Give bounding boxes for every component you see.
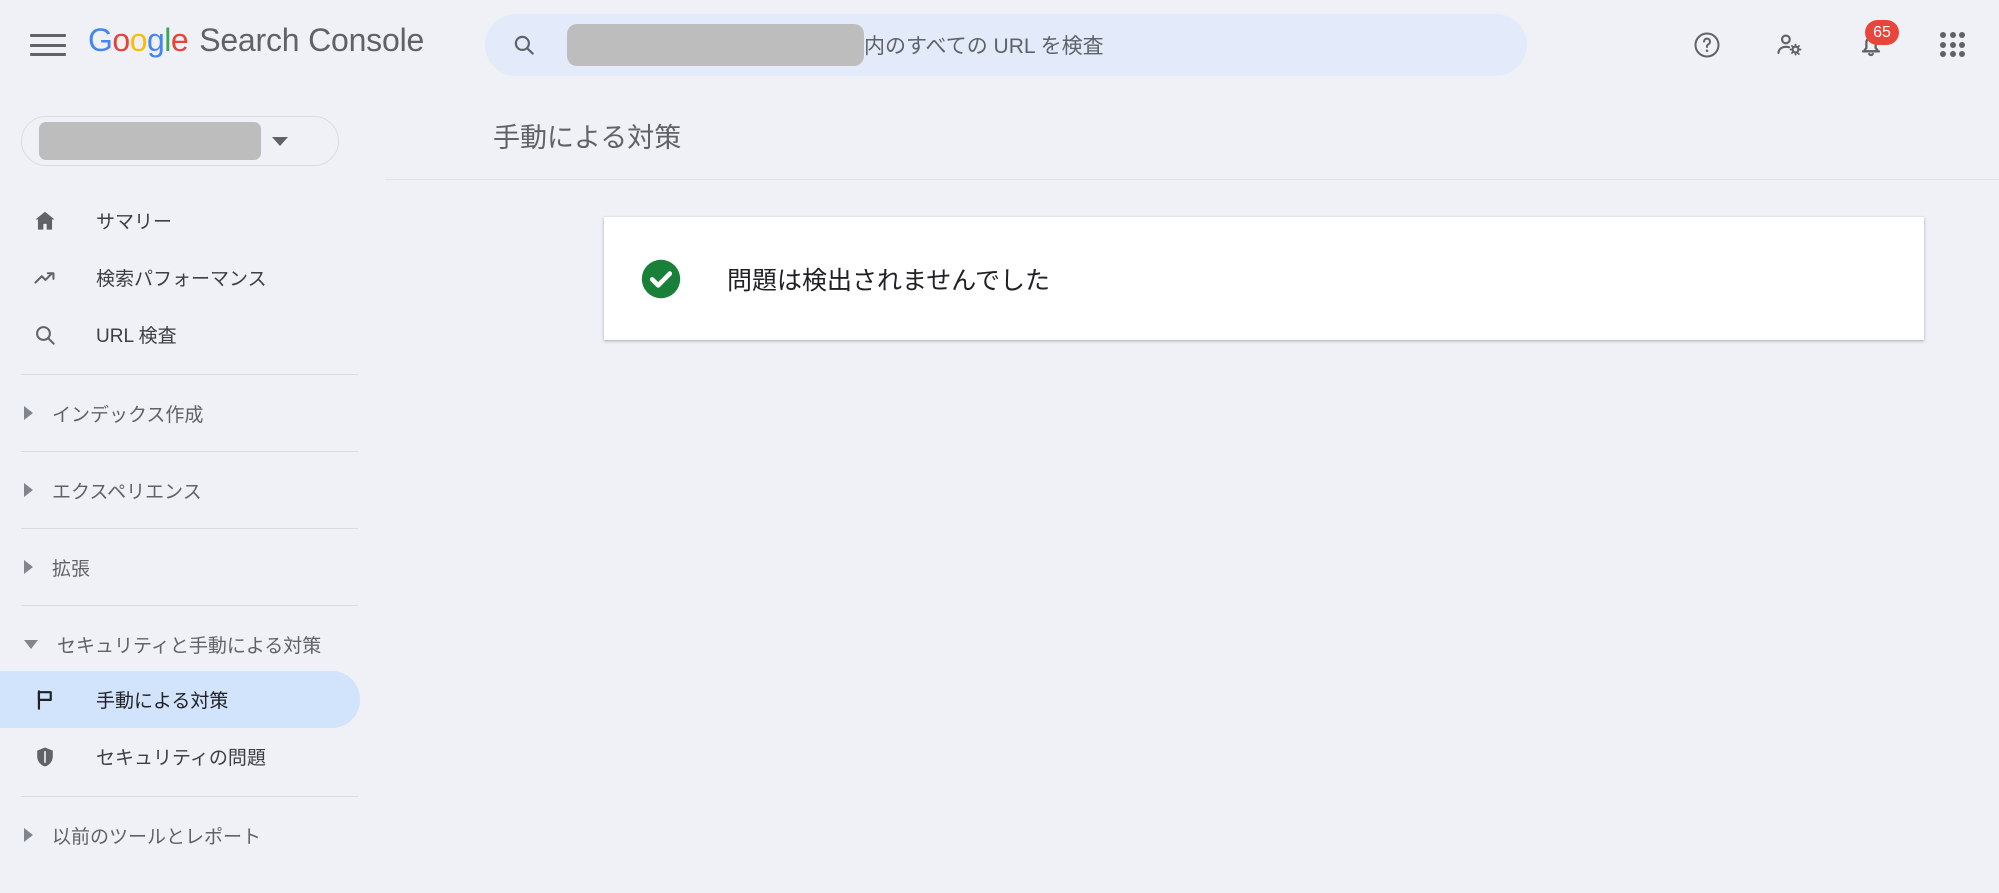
sidebar-section-label: 以前のツールとレポート <box>52 826 262 848</box>
sidebar-item-label: URL 検査 <box>96 326 177 347</box>
primary-nav-list: サマリー 検索パフォーマンス URL 検査 <box>0 192 360 363</box>
hamburger-line <box>30 43 66 47</box>
search-redacted-value <box>567 24 864 66</box>
search-placeholder-text: 内のすべての URL を検査 <box>864 35 1104 58</box>
sidebar-divider <box>21 528 358 529</box>
chevron-down-icon <box>24 639 38 649</box>
search-icon <box>514 35 534 55</box>
search-icon <box>30 320 60 350</box>
sidebar-section-experience[interactable]: エクスペリエンス <box>0 463 360 517</box>
sidebar-section-enhancements[interactable]: 拡張 <box>0 540 360 594</box>
sidebar-section-security-and-manual-actions[interactable]: セキュリティと手動による対策 <box>0 617 360 671</box>
sidebar-section-legacy-tools-and-reports[interactable]: 以前のツールとレポート <box>0 808 360 862</box>
chevron-right-icon <box>24 406 33 420</box>
sidebar-item-manual-actions[interactable]: 手動による対策 <box>0 671 360 728</box>
sidebar-item-label: サマリー <box>96 212 173 233</box>
title-divider <box>385 179 1999 180</box>
sidebar-item-label: 検索パフォーマンス <box>96 269 267 290</box>
manual-actions-status-card: 問題は検出されませんでした <box>604 217 1924 340</box>
sidebar-navigation: サマリー 検索パフォーマンス URL 検査 インデックス作成 エクスペリエンス … <box>0 90 360 893</box>
shield-icon <box>30 742 60 772</box>
sidebar-section-indexing[interactable]: インデックス作成 <box>0 386 360 440</box>
sidebar-section-label: セキュリティと手動による対策 <box>57 635 322 657</box>
sidebar-divider <box>21 451 358 452</box>
top-bar-actions: 65 <box>1683 0 1977 90</box>
product-name: Search Console <box>199 22 425 58</box>
chevron-right-icon <box>24 828 33 842</box>
sidebar-divider <box>21 374 358 375</box>
flag-icon <box>30 685 60 715</box>
top-app-bar: Google Search Console 内のすべての URL を検査 65 <box>0 0 1999 90</box>
page-title: 手動による対策 <box>493 123 682 153</box>
chevron-right-icon <box>24 560 33 574</box>
help-glyph <box>1694 32 1720 58</box>
sidebar-section-label: 拡張 <box>52 558 91 580</box>
hamburger-menu-icon[interactable] <box>28 30 68 60</box>
url-inspection-search-bar[interactable]: 内のすべての URL を検査 <box>485 14 1527 76</box>
sidebar-item-summary[interactable]: サマリー <box>0 192 360 249</box>
chevron-right-icon <box>24 483 33 497</box>
notification-badge-count: 65 <box>1865 20 1899 45</box>
hamburger-line <box>30 53 66 56</box>
sidebar-item-label: セキュリティの問題 <box>96 748 266 769</box>
help-icon[interactable] <box>1683 21 1731 69</box>
status-message: 問題は検出されませんでした <box>727 266 1051 295</box>
sidebar-section-label: インデックス作成 <box>52 404 204 426</box>
property-selector[interactable] <box>21 116 339 166</box>
notifications-bell-icon[interactable]: 65 <box>1847 20 1899 69</box>
brand-logo[interactable]: Google Search Console <box>88 22 424 59</box>
sidebar-item-url-inspection[interactable]: URL 検査 <box>0 306 360 363</box>
sidebar-section-label: エクスペリエンス <box>52 481 202 503</box>
check-circle-icon <box>641 259 681 298</box>
sidebar-divider <box>21 796 358 797</box>
trending-up-icon <box>30 263 60 293</box>
apps-grid-glyph <box>1940 32 1966 58</box>
hamburger-line <box>30 34 66 37</box>
google-wordmark: Google <box>88 22 189 58</box>
chevron-down-icon <box>272 136 288 146</box>
google-apps-grid-icon[interactable] <box>1929 21 1977 69</box>
sidebar-item-label: 手動による対策 <box>96 691 229 712</box>
main-content: 手動による対策 問題は検出されませんでした <box>360 90 1999 893</box>
sidebar-item-security-issues[interactable]: セキュリティの問題 <box>0 728 360 785</box>
sidebar-divider <box>21 605 358 606</box>
property-redacted-value <box>39 122 261 160</box>
home-icon <box>30 206 60 236</box>
account-settings-icon[interactable] <box>1765 21 1813 69</box>
sidebar-item-search-performance[interactable]: 検索パフォーマンス <box>0 249 360 306</box>
person-gear-glyph <box>1777 34 1802 56</box>
